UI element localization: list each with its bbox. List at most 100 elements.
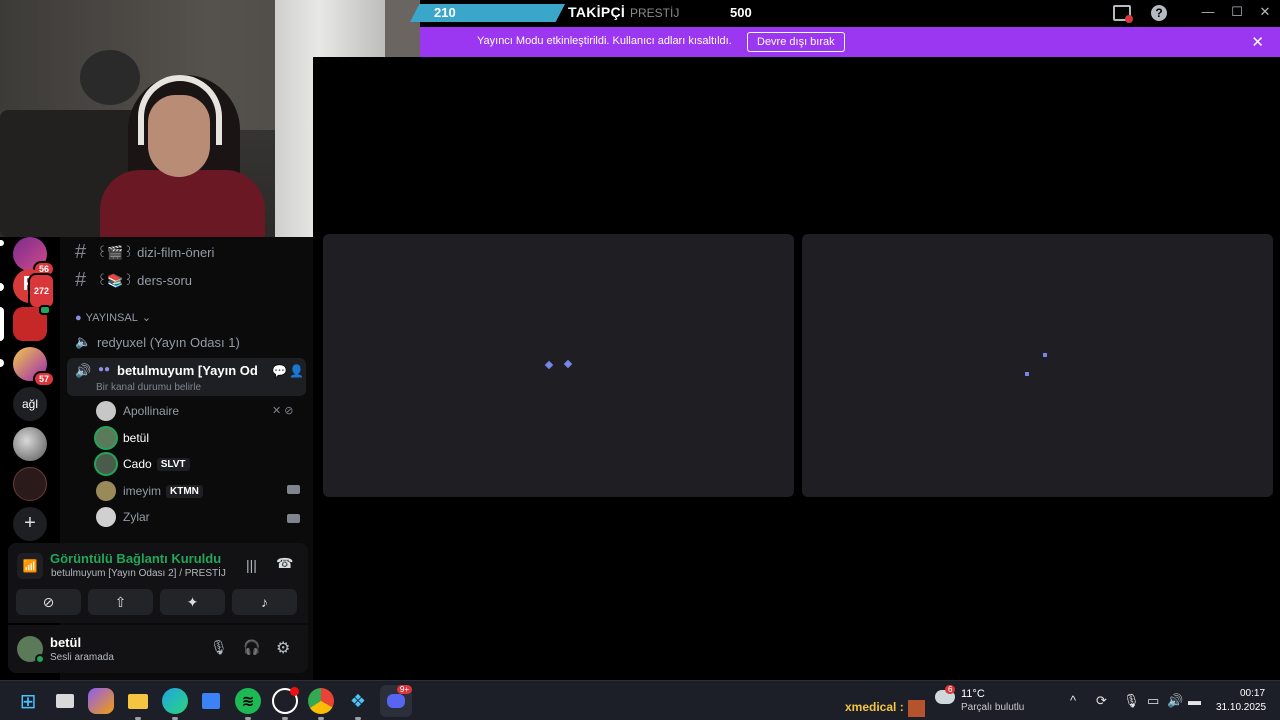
channel-name: ꒰🎬꒱ dizi-film-öneri (97, 244, 215, 260)
file-explorer-icon[interactable] (125, 688, 151, 714)
voice-channel-name: redyuxel (Yayın Odası 1) (97, 334, 240, 350)
microphone-icon[interactable]: 🎙 (210, 639, 228, 656)
copilot-icon[interactable] (88, 688, 114, 714)
weather-temp[interactable]: 11°C (961, 688, 985, 700)
chat-icon[interactable]: 💬 (272, 364, 287, 378)
add-server-icon[interactable]: + (13, 507, 47, 541)
chevron-up-icon[interactable]: ^ (1070, 693, 1076, 708)
invite-icon[interactable]: 👤 (289, 364, 304, 378)
users-icon: ●● (98, 364, 111, 375)
channel-status[interactable]: Bir kanal durumu belirle (96, 382, 201, 393)
streamer-mode-banner: Yayıncı Modu etkinleştirildi. Kullanıcı … (420, 27, 1280, 57)
user-panel: betül Sesli aramada 🎙 🎧 ⚙ (8, 625, 308, 673)
spotify-icon[interactable]: ≋ (235, 688, 261, 714)
category-name: YAYINSAL (85, 311, 138, 324)
server-icon-7[interactable] (13, 467, 47, 501)
camera-toggle-button[interactable]: ⊘ (16, 589, 81, 615)
server-icon-1[interactable]: 56 (13, 237, 55, 277)
connection-location[interactable]: betulmuyum [Yayın Odası 2] / PRESTİJ (51, 568, 226, 579)
screen-share-button[interactable]: ⇧ (88, 589, 153, 615)
webcam-person-shirt (100, 170, 265, 237)
chrome-icon[interactable] (308, 688, 334, 714)
activities-button[interactable]: ✦ (160, 589, 225, 615)
clan-tag: SLVT (156, 457, 190, 471)
voice-user-name: Cado (123, 457, 152, 471)
speaker-icon: 🔊 (75, 363, 92, 378)
speaker-icon: 🔈 (75, 334, 92, 349)
streamer-overlay-image (908, 700, 925, 717)
weather-desc[interactable]: Parçalı bulutlu (961, 702, 1024, 713)
server-icon-5[interactable]: ağl (13, 387, 47, 421)
avatar[interactable] (17, 636, 45, 664)
voice-user[interactable]: imeyim KTMN (96, 479, 203, 503)
active-channel-name: betulmuyum [Yayın Od... (117, 363, 257, 378)
username[interactable]: betül (50, 635, 81, 650)
voice-user[interactable]: Apollinaire (96, 399, 179, 423)
webcam-plush (80, 50, 140, 105)
weather-cloud-icon[interactable]: 6 (935, 685, 956, 704)
tier-label: PRESTİJ (630, 6, 680, 20)
chevron-down-icon: ⌄ (141, 312, 152, 324)
mention-badge: 272 (27, 273, 55, 309)
server-icon-3-active[interactable] (13, 305, 51, 341)
unread-pip (0, 283, 4, 291)
connection-signal-icon[interactable]: 📶 (17, 553, 43, 579)
voice-user-name: betül (123, 431, 150, 445)
obs-icon[interactable] (272, 687, 299, 714)
voice-channel-active[interactable]: 🔊 ●● betulmuyum [Yayın Od... Bir kanal d… (67, 358, 306, 396)
discord-icon[interactable]: 9+ (380, 685, 412, 717)
sync-icon[interactable]: ⟳ (1096, 693, 1107, 709)
headphones-icon[interactable]: 🎧 (243, 639, 260, 656)
settings-gear-icon[interactable]: ⚙ (276, 638, 290, 658)
voice-channel[interactable]: 🔈 redyuxel (Yayın Odası 1) (75, 329, 240, 355)
task-view-icon[interactable] (52, 688, 78, 714)
voice-user-name: Zylar (123, 510, 150, 524)
avatar (96, 481, 116, 501)
text-channel[interactable]: # ꒰🎬꒱ dizi-film-öneri (75, 239, 214, 265)
minimize-button[interactable]: — (1198, 4, 1218, 22)
edge-icon[interactable] (162, 688, 188, 714)
store-icon[interactable] (198, 688, 224, 714)
disconnect-icon[interactable]: ☎ (276, 555, 293, 572)
app-icon[interactable]: ❖ (345, 688, 371, 714)
avatar (96, 454, 116, 474)
close-window-button[interactable]: ✕ (1255, 4, 1275, 22)
server-icon-2[interactable]: R 272 (13, 269, 55, 309)
unread-pip (0, 359, 4, 367)
display-icon[interactable]: ▭ (1147, 693, 1159, 709)
help-icon[interactable]: ? (1151, 5, 1167, 21)
volume-icon[interactable]: 🔊 (1167, 693, 1183, 709)
follower-count: 210 (434, 5, 456, 20)
clock-date[interactable]: 31.10.2025 (1216, 702, 1266, 713)
battery-icon[interactable]: ▬ (1188, 693, 1201, 708)
start-icon[interactable]: ⊞ (15, 688, 41, 714)
voice-user-name: imeyim (123, 484, 161, 498)
video-tile-2[interactable] (802, 234, 1273, 497)
streamer-overlay-text: xmedical : (845, 700, 904, 714)
inbox-icon[interactable] (1113, 5, 1133, 23)
noise-suppression-icon[interactable]: ||| (246, 557, 257, 573)
category-header[interactable]: ● YAYINSAL ⌄ (75, 311, 152, 325)
soundboard-button[interactable]: ♪ (232, 589, 297, 615)
voice-user[interactable]: Cado SLVT (96, 452, 190, 476)
voice-user-name: Apollinaire (123, 404, 180, 418)
voice-user[interactable]: betül (96, 426, 149, 450)
voice-user[interactable]: Zylar (96, 505, 150, 529)
avatar (96, 507, 116, 527)
follower-bar: 210 (410, 4, 565, 22)
windows-taskbar: ⊞ ≋ ❖ 9+ xmedical : 6 11°C Parçalı bulut… (0, 680, 1280, 720)
maximize-button[interactable]: ☐ (1227, 4, 1247, 22)
text-channel[interactable]: # ꒰📚꒱ ders-soru (75, 267, 192, 293)
banner-close-icon[interactable]: ✕ (1251, 33, 1264, 51)
microphone-tray-icon[interactable]: 🎙 (1123, 693, 1140, 709)
video-tile-1[interactable] (323, 234, 794, 497)
server-icon-6[interactable] (13, 427, 47, 461)
server-icon-4[interactable]: 57 (13, 347, 55, 387)
banner-text: Yayıncı Modu etkinleştirildi. Kullanıcı … (477, 35, 732, 47)
connection-status[interactable]: Görüntülü Bağlantı Kuruldu (50, 551, 221, 566)
clock-time[interactable]: 00:17 (1240, 688, 1265, 699)
camera-icon (287, 485, 300, 494)
disable-streamer-mode-button[interactable]: Devre dışı bırak (747, 32, 845, 52)
category-users-icon: ● (75, 311, 82, 324)
goal-value: 500 (730, 5, 752, 20)
